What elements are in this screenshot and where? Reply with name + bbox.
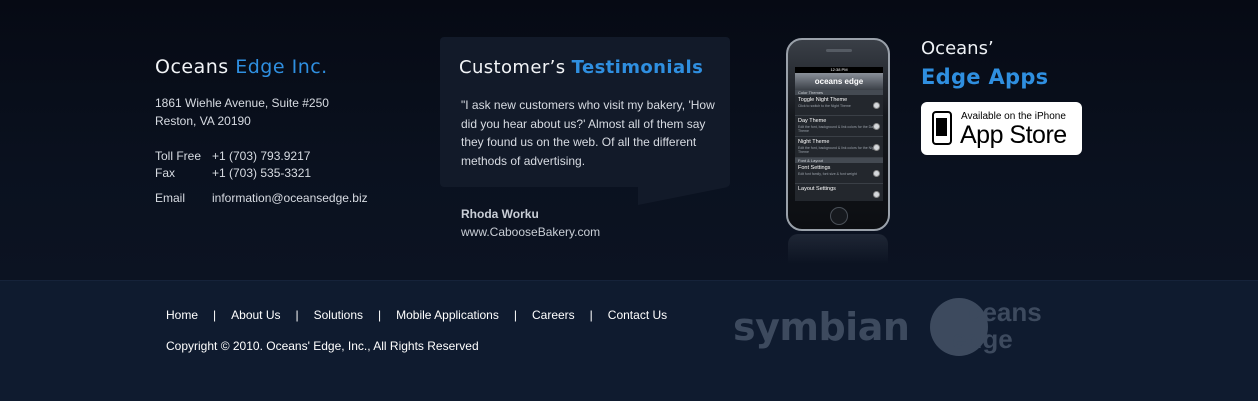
logo-text-line2: edge (952, 324, 1013, 354)
badge-big-text: App Store (960, 121, 1067, 149)
arrow-icon (873, 144, 880, 151)
fax-label: Fax (155, 166, 176, 180)
nav-solutions[interactable]: Solutions (314, 308, 363, 322)
oceans-edge-logo: ceans edge (930, 296, 1075, 360)
phone-item-title: Layout Settings (798, 186, 836, 192)
tollfree-row: Toll Free +1 (703) 793.9217 (155, 148, 415, 165)
tollfree-label: Toll Free (155, 149, 202, 163)
company-info: Oceans Edge Inc. 1861 Wiehle Avenue, Sui… (155, 56, 415, 207)
phone-item-title: Font Settings (798, 165, 831, 171)
nav-separator: | (295, 308, 299, 322)
nav-separator: | (589, 308, 593, 322)
arrow-icon (873, 123, 880, 130)
phone-item-title: Night Theme (798, 139, 830, 145)
company-title-part1: Oceans (155, 56, 229, 78)
phone-list-item: Font Settings Edit font family, font siz… (795, 163, 883, 184)
apps-heading-line2: Edge Apps (921, 65, 1049, 89)
phone-speaker (826, 49, 852, 52)
nav-mobile-applications[interactable]: Mobile Applications (396, 308, 499, 322)
tollfree-value: +1 (703) 793.9217 (212, 149, 311, 163)
phone-item-title: Day Theme (798, 118, 827, 124)
nav-separator: | (213, 308, 217, 322)
arrow-icon (873, 170, 880, 177)
phone-list-item: Night Theme Edit the font, background & … (795, 137, 883, 158)
nav-home[interactable]: Home (166, 308, 198, 322)
phone-item-title: Toggle Night Theme (798, 97, 848, 103)
phone-item-desc: Edit font family, font size & font weigh… (798, 172, 857, 176)
author-name: Rhoda Worku (461, 207, 539, 221)
testimonial-author: Rhoda Worku www.CabooseBakery.com (461, 205, 600, 241)
phone-list-item: Day Theme Edit the font, background & li… (795, 116, 883, 137)
phone-list-item: Layout Settings (795, 184, 883, 201)
email-link[interactable]: information@oceansedge.biz (212, 190, 368, 207)
iphone-icon (932, 111, 952, 145)
nav-separator: | (513, 308, 517, 322)
testimonial-quote: "I ask new customers who visit my bakery… (461, 98, 715, 168)
author-site-link[interactable]: www.CabooseBakery.com (461, 223, 600, 241)
company-title: Oceans Edge Inc. (155, 56, 415, 78)
nav-about-us[interactable]: About Us (231, 308, 280, 322)
phone-item-desc: Edit the font, background & link colors … (798, 146, 877, 154)
phone-item-desc: Click to switch to the Night Theme (798, 104, 851, 108)
testimonial-bubble: Customer’s Testimonials "I ask new custo… (440, 37, 730, 205)
address-line2: Reston, VA 20190 (155, 114, 251, 128)
app-store-badge[interactable]: Available on the iPhone App Store (921, 102, 1082, 155)
arrow-icon (873, 191, 880, 198)
phone-item-desc: Edit the font, background & link colors … (798, 125, 875, 133)
phone-list-item: Toggle Night Theme Click to switch to th… (795, 95, 883, 116)
phone-app-header: oceans edge (795, 73, 883, 90)
testimonial-title-part2: Testimonials (571, 57, 704, 78)
phone-reflection (788, 234, 888, 264)
phone-app-logo: oceans edge (814, 77, 864, 86)
iphone-image: 12:38 PM oceans edge Color Themes Toggle… (786, 38, 890, 231)
copyright-text: Copyright © 2010. Oceans' Edge, Inc., Al… (166, 339, 479, 353)
apps-heading-line1: Oceans’ (921, 38, 994, 59)
symbian-logo: symbian (733, 305, 910, 349)
email-row: Email information@oceansedge.biz (155, 190, 415, 207)
footer-nav: Home | About Us | Solutions | Mobile App… (166, 308, 667, 322)
toggle-icon (873, 102, 880, 109)
fax-row: Fax +1 (703) 535-3321 (155, 165, 415, 182)
nav-separator: | (378, 308, 382, 322)
phone-screen: 12:38 PM oceans edge Color Themes Toggle… (795, 67, 883, 201)
apps-heading: Oceans’ Edge Apps (921, 38, 1048, 89)
fax-value: +1 (703) 535-3321 (212, 166, 312, 180)
testimonial-title-part1: Customer’s (459, 57, 566, 78)
company-contacts: Toll Free +1 (703) 793.9217 Fax +1 (703)… (155, 148, 415, 207)
address-line1: 1861 Wiehle Avenue, Suite #250 (155, 96, 329, 110)
nav-careers[interactable]: Careers (532, 308, 575, 322)
nav-contact-us[interactable]: Contact Us (608, 308, 667, 322)
company-title-part2: Edge Inc. (235, 56, 328, 78)
home-button-icon (830, 207, 848, 225)
testimonial-title: Customer’s Testimonials (459, 57, 703, 78)
company-address: 1861 Wiehle Avenue, Suite #250 Reston, V… (155, 94, 415, 130)
email-label: Email (155, 191, 186, 205)
